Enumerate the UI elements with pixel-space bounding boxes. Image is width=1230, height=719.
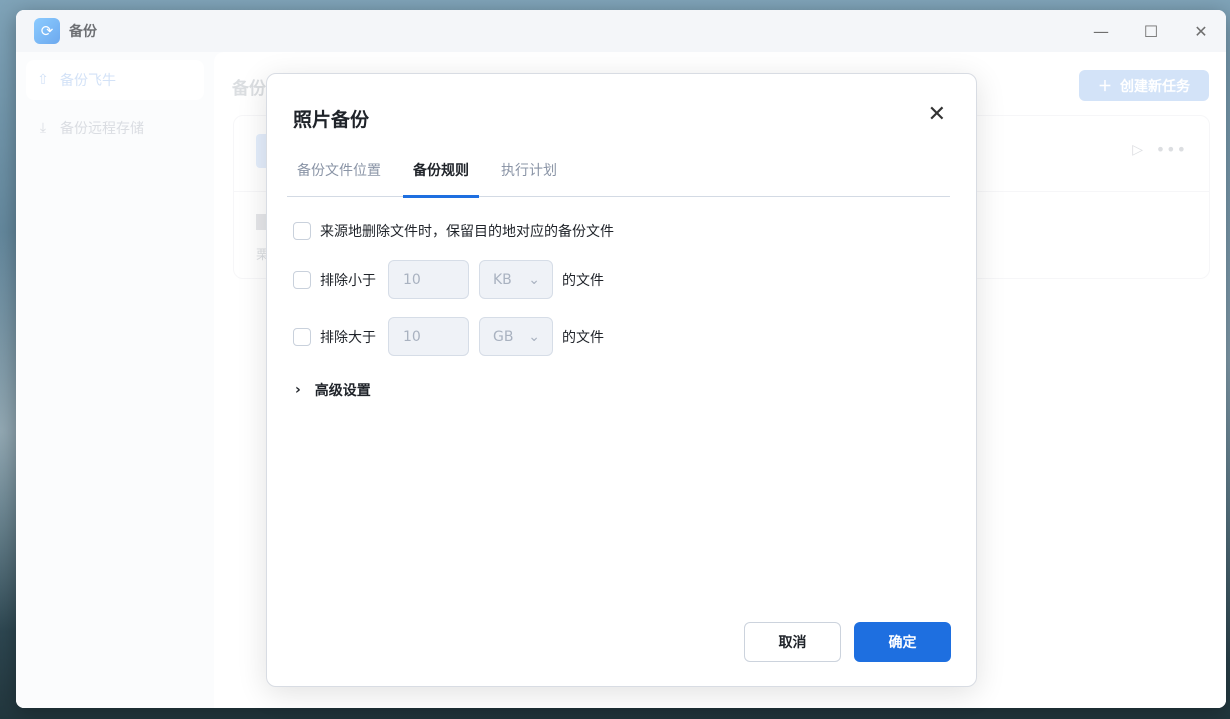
suffix-label: 的文件	[562, 329, 604, 346]
exclude-smaller-checkbox[interactable]	[293, 270, 311, 289]
exclude-larger-checkbox[interactable]	[293, 327, 311, 346]
keep-backup-label: 来源地删除文件时，保留目的地对应的备份文件	[320, 224, 614, 240]
tab-backup-rules[interactable]: 备份规则	[403, 156, 479, 198]
dialog-title: 照片备份	[293, 109, 370, 131]
exclude-smaller-row: 排除小于 10 KB ⌄ 的文件	[293, 260, 604, 299]
chevron-down-icon: ⌄	[528, 328, 540, 345]
confirm-button[interactable]: 确定	[854, 622, 951, 662]
max-size-input[interactable]: 10	[388, 317, 469, 356]
exclude-smaller-label: 排除小于	[320, 272, 376, 289]
dialog-tabs: 备份文件位置 备份规则 执行计划	[287, 156, 950, 198]
chevron-right-icon: ›	[295, 382, 301, 398]
keep-backup-row: 来源地删除文件时，保留目的地对应的备份文件	[293, 221, 614, 241]
tab-schedule[interactable]: 执行计划	[491, 156, 567, 197]
exclude-larger-row: 排除大于 10 GB ⌄ 的文件	[293, 317, 604, 356]
chevron-down-icon: ⌄	[528, 271, 540, 288]
close-icon[interactable]: ✕	[928, 102, 946, 127]
tab-backup-location[interactable]: 备份文件位置	[287, 156, 391, 197]
cancel-button[interactable]: 取消	[744, 622, 841, 662]
min-size-input[interactable]: 10	[388, 260, 469, 299]
exclude-larger-label: 排除大于	[320, 329, 376, 346]
min-size-unit-select[interactable]: KB ⌄	[479, 260, 553, 299]
suffix-label: 的文件	[562, 272, 604, 289]
advanced-settings-toggle[interactable]: › 高级设置	[295, 380, 371, 400]
max-size-unit-select[interactable]: GB ⌄	[479, 317, 553, 356]
keep-backup-checkbox[interactable]	[293, 222, 311, 240]
photo-backup-dialog: 照片备份 ✕ 备份文件位置 备份规则 执行计划 来源地删除文件时，保留目的地对应…	[266, 73, 977, 687]
